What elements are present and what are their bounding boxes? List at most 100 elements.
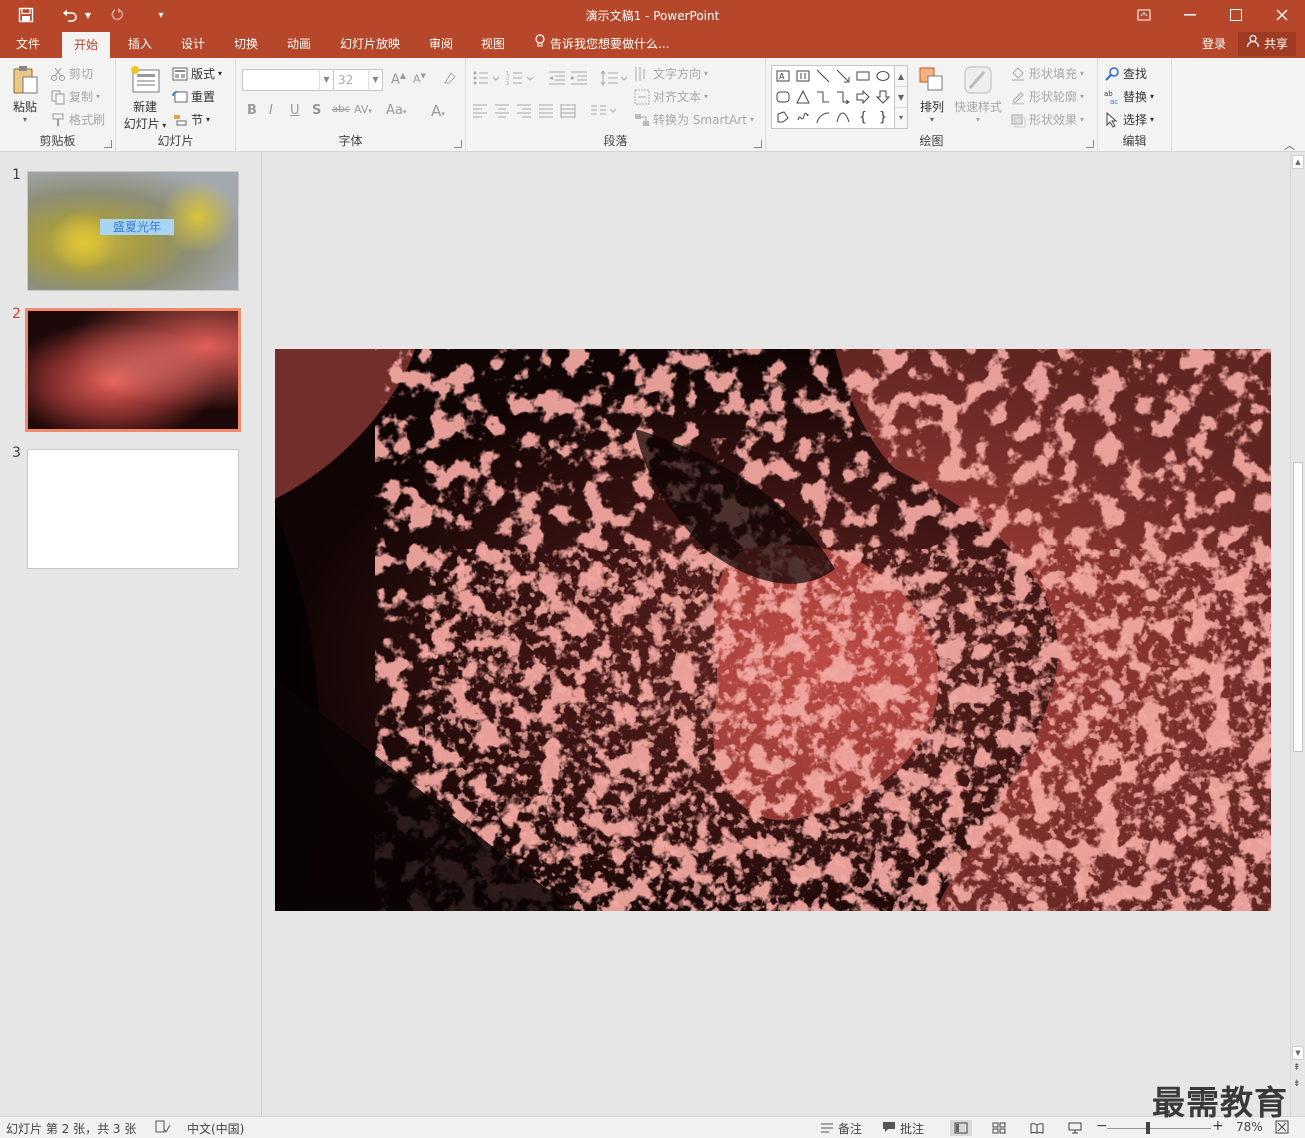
shape-right-brace-icon[interactable]: } — [875, 110, 891, 126]
tab-design[interactable]: 设计 — [169, 30, 217, 58]
quick-styles-button[interactable]: 快速样式 ▾ — [952, 64, 1004, 124]
shape-down-arrow-icon[interactable] — [875, 90, 891, 106]
scroll-up-icon[interactable]: ▲ — [1292, 155, 1304, 169]
underline-icon[interactable]: U — [290, 103, 300, 118]
font-name-input[interactable]: ▼ — [242, 69, 334, 91]
language-indicator[interactable]: 中文(中国) — [187, 1120, 244, 1137]
notes-button[interactable]: 备注 — [820, 1120, 862, 1137]
shape-arc-icon[interactable] — [815, 110, 831, 126]
change-case-icon[interactable]: Aa▾ — [386, 103, 406, 118]
decrease-indent-icon[interactable] — [548, 70, 566, 90]
columns-icon[interactable] — [590, 104, 618, 122]
zoom-slider-track[interactable] — [1107, 1128, 1211, 1129]
justify-icon[interactable] — [538, 104, 554, 122]
maximize-icon[interactable] — [1213, 0, 1259, 30]
spell-check-icon[interactable] — [155, 1120, 171, 1134]
ribbon-display-options-icon[interactable] — [1121, 0, 1167, 30]
current-slide[interactable] — [275, 349, 1271, 911]
shape-line-icon[interactable] — [815, 69, 831, 85]
tab-transitions[interactable]: 切换 — [222, 30, 270, 58]
increase-indent-icon[interactable] — [570, 70, 588, 90]
vertical-scrollbar[interactable]: ▲ ▼ ⇞ ⇟ — [1290, 152, 1305, 1116]
shape-freeform-icon[interactable] — [775, 110, 791, 126]
shape-curve-icon[interactable] — [835, 110, 851, 126]
gallery-down-icon[interactable]: ▼ — [895, 87, 907, 108]
shape-elbow-arrow-icon[interactable] — [835, 90, 851, 106]
convert-smartart-button[interactable]: 转换为 SmartArt ▾ — [634, 111, 754, 128]
tab-insert[interactable]: 插入 — [116, 30, 164, 58]
strikethrough-icon[interactable]: abc — [332, 104, 350, 115]
share-button[interactable]: 共享 — [1238, 32, 1297, 56]
paragraph-dialog-launcher[interactable] — [754, 140, 762, 148]
normal-view-icon[interactable] — [950, 1120, 972, 1136]
redo-icon[interactable] — [106, 5, 128, 25]
bullets-icon[interactable] — [472, 70, 500, 90]
reading-view-icon[interactable] — [1026, 1120, 1048, 1136]
shape-left-brace-icon[interactable]: { — [855, 110, 871, 126]
new-slide-button[interactable]: 新建 幻灯片 ▾ — [120, 64, 170, 132]
undo-icon[interactable] — [58, 5, 82, 25]
tell-me-box[interactable]: 告诉我您想要做什么... — [534, 30, 669, 58]
undo-dropdown-icon[interactable]: ▼ — [82, 5, 94, 25]
shape-vertical-textbox-icon[interactable] — [795, 69, 811, 85]
align-text-button[interactable]: 对齐文本 ▾ — [634, 88, 708, 105]
replace-button[interactable]: ab ac 替换 ▾ — [1104, 88, 1154, 106]
font-dialog-launcher[interactable] — [454, 140, 462, 148]
find-button[interactable]: 查找 — [1104, 65, 1147, 82]
minimize-icon[interactable] — [1167, 0, 1213, 30]
shapes-gallery-scroll[interactable]: ▲ ▼ ▾ — [894, 65, 908, 129]
align-center-icon[interactable] — [494, 104, 510, 122]
character-spacing-icon[interactable]: AV▾ — [354, 103, 372, 116]
shape-right-arrow-icon[interactable] — [855, 89, 871, 106]
slide-sorter-view-icon[interactable] — [988, 1120, 1010, 1136]
paste-button[interactable]: 粘贴 ▾ — [6, 64, 44, 124]
font-color-icon[interactable]: A▾ — [431, 102, 445, 120]
clear-formatting-icon[interactable] — [442, 70, 458, 90]
scroll-down-icon[interactable]: ▼ — [1292, 1046, 1304, 1060]
tab-animations[interactable]: 动画 — [275, 30, 323, 58]
section-button[interactable]: 节 ▾ — [172, 111, 210, 128]
shape-effects-button[interactable]: 形状效果 ▾ — [1010, 111, 1084, 128]
slide-thumbnail-3[interactable] — [27, 449, 239, 569]
zoom-slider-handle[interactable] — [1146, 1122, 1150, 1134]
next-slide-icon[interactable]: ⇟ — [1293, 1079, 1301, 1089]
decrease-font-size-icon[interactable]: A▼ — [413, 72, 426, 86]
previous-slide-icon[interactable]: ⇞ — [1293, 1063, 1301, 1073]
shape-textbox-icon[interactable]: A — [775, 69, 791, 85]
drawing-dialog-launcher[interactable] — [1086, 140, 1094, 148]
format-painter-button[interactable]: 格式刷 — [50, 111, 105, 128]
shape-arrow-line-icon[interactable] — [835, 69, 851, 85]
gallery-up-icon[interactable]: ▲ — [895, 66, 907, 87]
shape-fill-button[interactable]: 形状填充 ▾ — [1010, 65, 1084, 82]
numbering-icon[interactable]: 123 — [506, 70, 534, 90]
arrange-button[interactable]: 排列 ▾ — [912, 64, 952, 124]
text-direction-button[interactable]: 文字方向 ▾ — [634, 65, 708, 82]
align-left-icon[interactable] — [472, 104, 488, 122]
login-link[interactable]: 登录 — [1202, 30, 1226, 58]
slideshow-view-icon[interactable] — [1064, 1120, 1086, 1136]
tab-home[interactable]: 开始 — [62, 32, 111, 58]
clipboard-dialog-launcher[interactable] — [104, 140, 112, 148]
tab-slideshow[interactable]: 幻灯片放映 — [328, 30, 412, 58]
shape-rectangle-icon[interactable] — [855, 69, 871, 85]
font-name-dropdown-icon[interactable]: ▼ — [319, 70, 333, 90]
zoom-out-icon[interactable]: − — [1096, 1118, 1108, 1134]
tab-view[interactable]: 视图 — [469, 30, 517, 58]
gallery-more-icon[interactable]: ▾ — [895, 108, 907, 128]
close-icon[interactable] — [1259, 0, 1305, 30]
slide-thumbnail-2[interactable] — [25, 308, 241, 432]
collapse-ribbon-icon[interactable]: ︿ — [1284, 137, 1295, 153]
cut-button[interactable]: 剪切 — [50, 65, 93, 82]
customize-qat-icon[interactable]: ▾ — [152, 5, 170, 25]
save-icon[interactable] — [14, 5, 38, 25]
scroll-thumb[interactable] — [1293, 462, 1303, 752]
copy-button[interactable]: 复制 ▾ — [50, 88, 100, 105]
distributed-icon[interactable] — [560, 103, 576, 123]
shape-triangle-icon[interactable] — [795, 89, 811, 106]
shape-oval-icon[interactable] — [875, 69, 891, 85]
font-size-input[interactable]: 32 ▼ — [333, 69, 383, 91]
tab-review[interactable]: 审阅 — [417, 30, 465, 58]
shape-elbow-connector-icon[interactable] — [815, 90, 831, 106]
shadow-icon[interactable]: S — [312, 103, 321, 118]
increase-font-size-icon[interactable]: A▲ — [391, 71, 406, 87]
